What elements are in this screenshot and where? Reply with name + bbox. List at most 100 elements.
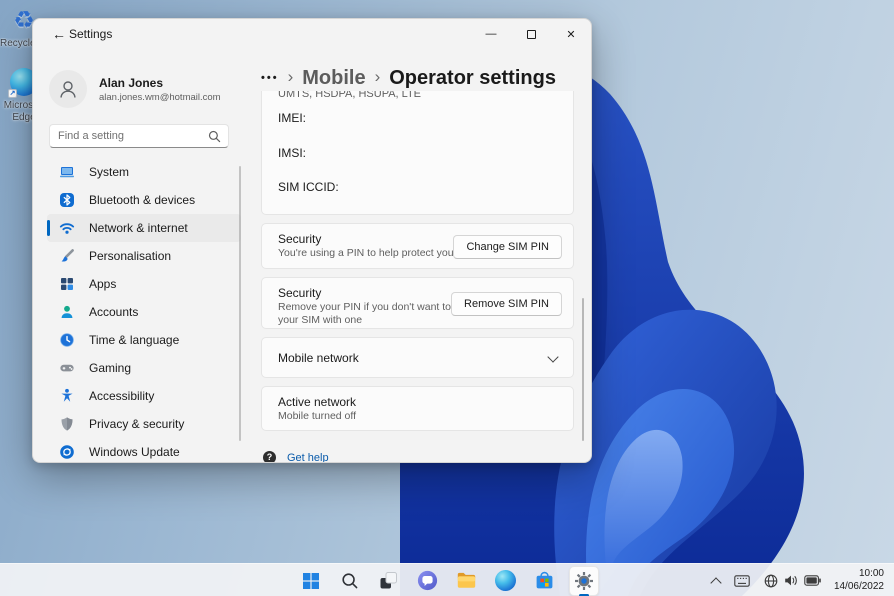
tray-chevron-button[interactable]	[707, 568, 725, 594]
network-globe-icon	[764, 574, 778, 587]
wifi-icon	[59, 223, 75, 234]
person-icon	[61, 305, 73, 318]
paintbrush-icon	[61, 249, 74, 262]
security-change-pin-card: Security You're using a PIN to help prot…	[261, 223, 574, 269]
mobile-network-expander[interactable]: Mobile network	[261, 337, 574, 378]
edge-icon	[495, 570, 516, 591]
sidebar-item-label: Bluetooth & devices	[89, 193, 196, 207]
get-help-link[interactable]: ? Get help	[263, 451, 329, 463]
edge-button[interactable]	[491, 566, 521, 596]
sidebar-item-apps[interactable]: Apps	[47, 270, 241, 298]
start-button[interactable]	[296, 566, 326, 596]
settings-window: ← Settings — ✕ Alan Jones alan.jones.wm@…	[32, 18, 592, 463]
security-remove-pin-card: Security Remove your PIN if you don't wa…	[261, 277, 574, 329]
sidebar-item-time-language[interactable]: Time & language	[47, 326, 241, 354]
window-title: Settings	[69, 27, 113, 41]
chevron-down-icon	[547, 351, 559, 363]
sidebar-item-label: System	[89, 165, 130, 179]
chevron-up-icon	[710, 576, 722, 589]
battery-icon	[804, 575, 821, 586]
sidebar-item-label: Accessibility	[89, 389, 155, 403]
sidebar-item-label: Windows Update	[89, 445, 180, 459]
minimize-button[interactable]: —	[471, 19, 511, 49]
store-icon	[536, 571, 553, 589]
imsi-label: IMSI:	[278, 146, 307, 160]
device-info-card: UMTS, HSDPA, HSUPA, LTE IMEI: IMSI: SIM …	[261, 91, 574, 215]
settings-content: UMTS, HSDPA, HSUPA, LTE IMEI: IMSI: SIM …	[261, 91, 574, 462]
shortcut-arrow-icon: ↗	[8, 89, 17, 98]
breadcrumb-parent[interactable]: Mobile	[302, 67, 365, 90]
search-icon	[341, 572, 357, 588]
chat-button[interactable]	[413, 566, 443, 596]
clock-globe-icon	[60, 333, 74, 347]
search-button[interactable]	[335, 566, 365, 596]
change-sim-pin-button[interactable]: Change SIM PIN	[453, 235, 562, 259]
chevron-right-icon: ›	[374, 66, 381, 86]
breadcrumb-ellipsis-button[interactable]: •••	[261, 72, 279, 84]
page-title: Operator settings	[389, 66, 556, 89]
chat-icon	[417, 570, 438, 591]
settings-button[interactable]	[568, 565, 599, 596]
profile-name: Alan Jones	[99, 75, 164, 90]
system-icon	[60, 167, 74, 178]
task-view-button[interactable]	[374, 566, 404, 596]
apps-grid-icon	[61, 278, 73, 290]
touch-keyboard-button[interactable]	[729, 568, 755, 594]
maximize-button[interactable]	[511, 19, 551, 49]
sidebar-item-label: Apps	[89, 277, 117, 291]
settings-search	[49, 124, 229, 148]
folder-icon	[457, 572, 476, 588]
sidebar-item-label: Time & language	[89, 333, 180, 347]
sidebar-item-label: Personalisation	[89, 249, 172, 263]
remove-sim-pin-button[interactable]: Remove SIM PIN	[451, 292, 562, 316]
tray-time: 10:00	[858, 568, 884, 579]
sidebar-item-privacy-security[interactable]: Privacy & security	[47, 410, 241, 438]
settings-sidebar: System Bluetooth & devices Network & int…	[47, 158, 241, 462]
close-button[interactable]: ✕	[551, 19, 591, 49]
get-help-label: Get help	[287, 451, 329, 463]
search-input[interactable]	[58, 125, 208, 147]
sidebar-scrollbar[interactable]	[239, 166, 241, 441]
search-icon	[208, 130, 221, 143]
sidebar-item-windows-update[interactable]: Windows Update	[47, 438, 241, 462]
windows-logo-icon	[302, 572, 319, 589]
taskbar: 10:00 14/06/2022	[0, 563, 894, 596]
card-title: Mobile network	[278, 351, 359, 365]
sidebar-item-label: Network & internet	[89, 221, 188, 235]
taskbar-clock[interactable]: 10:00 14/06/2022	[830, 568, 888, 593]
breadcrumb: ••• › Mobile › Operator settings	[261, 63, 556, 93]
back-button[interactable]: ←	[47, 23, 71, 45]
store-button[interactable]	[530, 566, 560, 596]
sidebar-item-label: Accounts	[89, 305, 139, 319]
card-title: Active network	[278, 395, 357, 409]
sidebar-item-accounts[interactable]: Accounts	[47, 298, 241, 326]
shield-icon	[61, 417, 73, 431]
volume-icon	[785, 575, 797, 586]
avatar	[49, 70, 87, 108]
sidebar-item-system[interactable]: System	[47, 158, 241, 186]
active-network-card: Active network Mobile turned off	[261, 386, 574, 431]
task-view-icon	[380, 572, 397, 589]
tray-date: 14/06/2022	[833, 580, 884, 592]
sidebar-item-personalisation[interactable]: Personalisation	[47, 242, 241, 270]
sidebar-item-network-internet[interactable]: Network & internet	[47, 214, 241, 242]
bluetooth-icon	[60, 193, 74, 207]
content-scrollbar[interactable]	[582, 298, 584, 441]
sidebar-item-gaming[interactable]: Gaming	[47, 354, 241, 382]
keyboard-icon	[734, 574, 750, 587]
account-profile[interactable]: Alan Jones alan.jones.wm@hotmail.com	[49, 67, 245, 111]
accessibility-icon	[61, 388, 73, 402]
card-subtitle: Mobile turned off	[278, 410, 357, 422]
sim-iccid-label: SIM ICCID:	[278, 180, 339, 194]
file-explorer-button[interactable]	[452, 566, 482, 596]
titlebar[interactable]: ← Settings — ✕	[33, 19, 591, 49]
maximize-icon	[526, 29, 536, 39]
update-icon	[60, 445, 74, 459]
sidebar-item-label: Gaming	[89, 361, 132, 375]
card-title: Security	[278, 286, 322, 300]
imei-label: IMEI:	[278, 111, 307, 125]
sidebar-item-bluetooth-devices[interactable]: Bluetooth & devices	[47, 186, 241, 214]
person-outline-icon	[60, 81, 76, 98]
sidebar-item-accessibility[interactable]: Accessibility	[47, 382, 241, 410]
tray-status-group[interactable]	[759, 568, 826, 594]
